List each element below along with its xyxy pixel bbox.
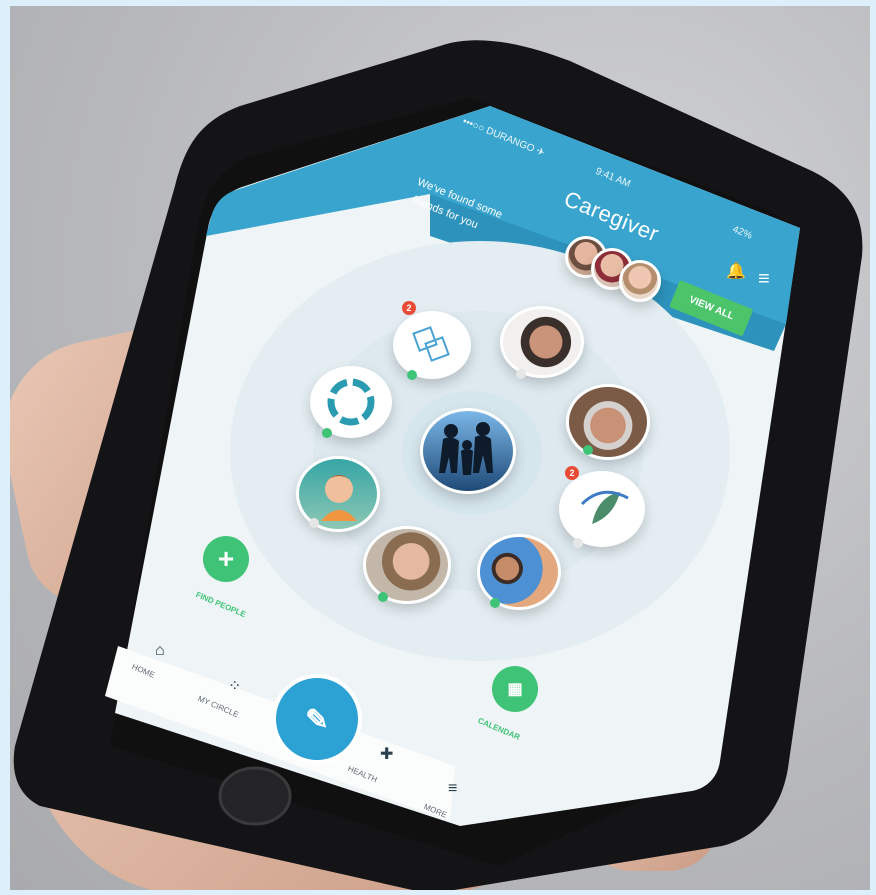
- friend-bubble[interactable]: [500, 306, 584, 378]
- calendar-button[interactable]: ▦: [492, 666, 538, 712]
- community-bubble[interactable]: [310, 366, 392, 438]
- avatar: [619, 260, 661, 302]
- find-people-button[interactable]: +: [203, 536, 249, 582]
- online-indicator: [309, 518, 319, 528]
- feather-bubble[interactable]: [559, 471, 645, 547]
- online-indicator: [573, 538, 583, 548]
- hub-logo-icon: [412, 326, 450, 362]
- photo-background: •••○○ DURANGO ✈ 9:41 AM 42% Caregiver We…: [10, 6, 870, 890]
- my-circle-icon[interactable]: ⁘: [228, 676, 241, 696]
- home-icon[interactable]: ⌂: [155, 642, 165, 660]
- community-logo-icon: [327, 378, 375, 426]
- friend-bubble[interactable]: [363, 526, 451, 604]
- friend-bubble[interactable]: [566, 384, 650, 460]
- family-silhouette-icon: [439, 422, 493, 475]
- notification-badge: 2: [565, 466, 579, 480]
- notification-badge: 2: [402, 301, 416, 315]
- menu-icon[interactable]: ≡: [758, 268, 770, 291]
- friend-bubble[interactable]: [477, 534, 561, 610]
- family-circle-center[interactable]: [420, 408, 516, 494]
- online-indicator: [490, 598, 500, 608]
- online-indicator: [378, 592, 388, 602]
- online-indicator: [516, 369, 526, 379]
- health-icon[interactable]: ✚: [380, 744, 393, 764]
- feather-logo-icon: [580, 490, 629, 524]
- more-icon[interactable]: ≡: [448, 780, 457, 798]
- online-indicator: [322, 428, 332, 438]
- suggested-friends[interactable]: [565, 236, 685, 302]
- bell-icon[interactable]: 🔔: [726, 261, 746, 281]
- online-indicator: [583, 445, 593, 455]
- app-hub-bubble[interactable]: [393, 311, 471, 379]
- online-indicator: [407, 370, 417, 380]
- compose-button[interactable]: ✎: [272, 674, 362, 764]
